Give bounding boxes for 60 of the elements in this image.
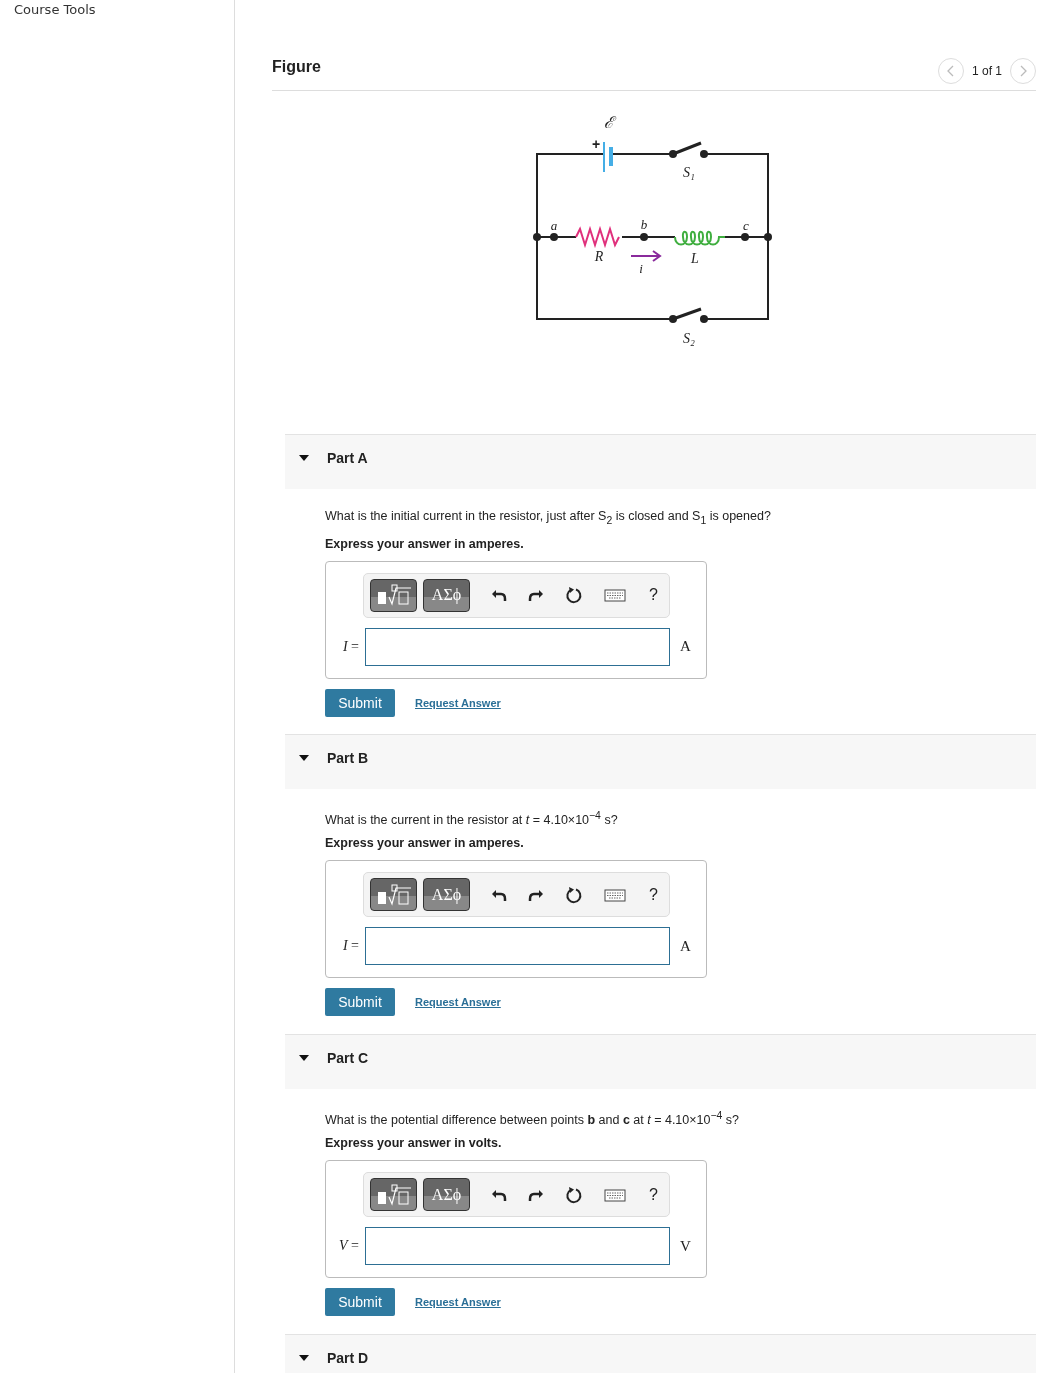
redo-icon[interactable] [528, 587, 544, 603]
reset-icon[interactable] [565, 885, 583, 904]
reset-icon[interactable] [565, 1185, 583, 1204]
instruction-text: Express your answer in amperes. [325, 836, 525, 851]
keyboard-icon[interactable] [604, 588, 626, 602]
help-button[interactable]: ? [649, 1185, 658, 1204]
unit-label: A [680, 937, 691, 955]
circuit-label: L [691, 251, 699, 266]
answer-field[interactable] [365, 927, 670, 966]
circuit-label: S₁ [683, 165, 695, 180]
request-answer-link[interactable]: Request Answer [415, 696, 501, 709]
question-text: What is the current in the resistor at t = 4.10×10$^{−4}$ s? [325, 809, 619, 830]
question-text: What is the potential difference between points b and c at t = 4.10×10$^{−4}$ s? [325, 1109, 741, 1130]
circuit-label: + [591, 136, 601, 152]
caret-icon [298, 1354, 310, 1362]
circuit-label: c [743, 218, 749, 233]
answer-field[interactable] [365, 627, 670, 666]
unit-label: A [680, 638, 691, 655]
part-title: Part B [327, 750, 369, 766]
reset-icon[interactable] [565, 586, 583, 604]
submit-button[interactable]: Submit [325, 688, 395, 717]
variable-label: I = [341, 638, 360, 655]
part-header[interactable]: Part A [285, 434, 1036, 489]
chevron-right-icon [1019, 65, 1027, 77]
symbols-button[interactable]: ΑΣϕ [423, 878, 470, 912]
variable-label: I = [341, 938, 360, 955]
submit-button[interactable]: Submit [325, 988, 395, 1017]
page-counter: 1 of 1 [971, 64, 1002, 78]
circuit-label: a [550, 218, 558, 233]
circuit-label: i [639, 261, 643, 276]
request-answer-link[interactable]: Request Answer [415, 1296, 501, 1309]
keyboard-icon[interactable] [604, 887, 626, 902]
keyboard-icon[interactable] [604, 1187, 626, 1202]
templates-button[interactable] [370, 578, 417, 612]
templates-button[interactable] [370, 878, 417, 912]
answer-field[interactable] [365, 1227, 670, 1266]
request-answer-link[interactable]: Request Answer [415, 996, 501, 1009]
figure-title: Figure [272, 58, 321, 76]
chevron-left-icon [946, 65, 955, 77]
part-header[interactable]: Part D [285, 1334, 1036, 1373]
symbols-button[interactable]: ΑΣϕ [423, 578, 470, 612]
circuit-label: R [594, 249, 604, 264]
instruction-text: Express your answer in volts. [325, 1136, 503, 1151]
sidebar-title[interactable]: Course Tools [14, 3, 96, 16]
instruction-text: Express your answer in amperes. [325, 536, 525, 551]
templates-button[interactable] [370, 1178, 417, 1212]
part-title: Part C [327, 1050, 369, 1066]
circuit-label: b [640, 217, 648, 232]
part-header[interactable]: Part B [285, 734, 1036, 789]
question-text: What is the initial current in the resistor, just after S$_{2}$ is closed and S$_{1}$ is opened? [325, 508, 772, 528]
part-header[interactable]: Part C [285, 1034, 1036, 1089]
part-title: Part D [327, 1350, 369, 1366]
part-title: Part A [327, 450, 368, 466]
help-button[interactable]: ? [649, 885, 658, 904]
circuit-label: S₂ [683, 331, 695, 346]
symbols-button[interactable]: ΑΣϕ [423, 1178, 470, 1212]
submit-button[interactable]: Submit [325, 1288, 395, 1317]
unit-label: V [680, 1237, 691, 1255]
variable-label: V = [338, 1238, 360, 1255]
help-button[interactable]: ? [649, 586, 658, 604]
